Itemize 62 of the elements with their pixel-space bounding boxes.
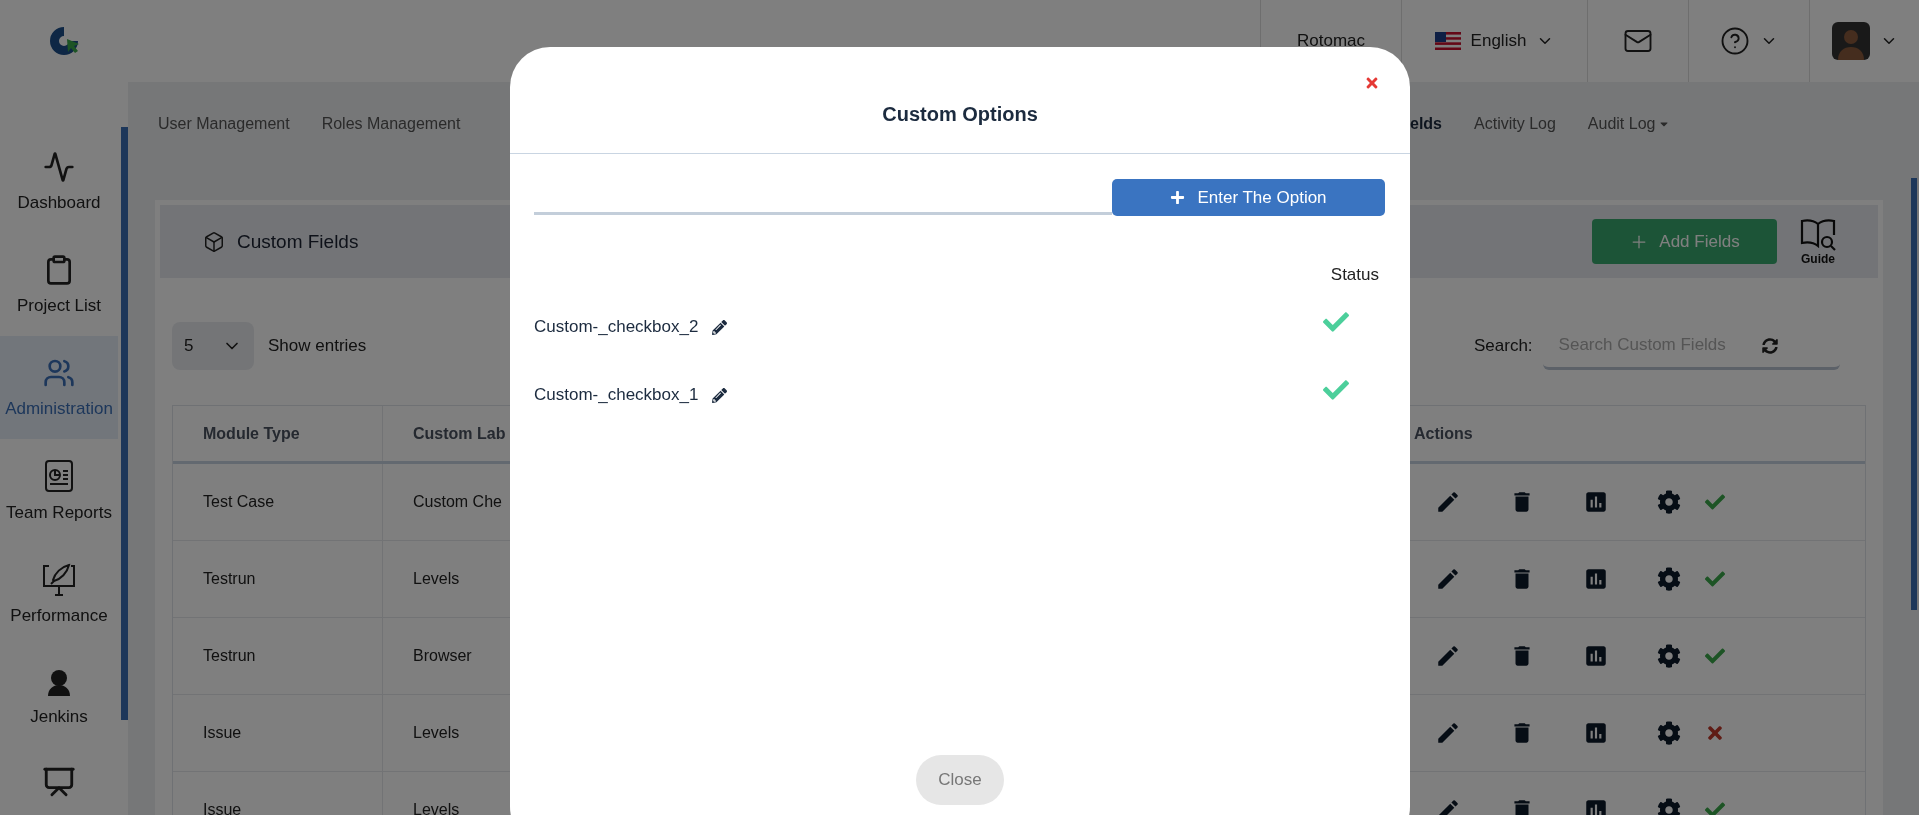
logo-icon <box>47 24 81 58</box>
option-name: Custom-_checkbox_2 <box>534 317 699 337</box>
close-icon <box>1364 75 1380 91</box>
add-fields-button[interactable]: Add Fields <box>1592 219 1777 264</box>
enter-option-button[interactable]: Enter The Option <box>1112 179 1385 216</box>
company-name: Rotomac <box>1297 31 1365 51</box>
gear-icon[interactable] <box>1657 798 1681 815</box>
sidebar-item[interactable]: Team Reports <box>0 439 118 543</box>
table-cell-text: Levels <box>412 800 461 815</box>
table-cell-text: Browser <box>412 646 473 666</box>
table-cell: Issue <box>173 772 383 815</box>
close-button[interactable]: Close <box>916 755 1004 805</box>
edit-icon[interactable] <box>712 319 728 335</box>
page-size-select[interactable]: 5 <box>172 322 254 370</box>
table-cell-text: Custom Che <box>412 492 503 512</box>
pulse-icon <box>43 150 75 183</box>
chart-icon[interactable] <box>1583 489 1609 515</box>
modal-title: Custom Options <box>882 102 1038 126</box>
gear-icon[interactable] <box>1657 644 1681 668</box>
flag-icon <box>1434 32 1461 50</box>
cube-icon <box>203 230 225 253</box>
table-cell: Test Case <box>173 464 383 540</box>
guide-button[interactable]: Guide <box>1799 217 1837 266</box>
book-search-icon <box>1799 217 1837 252</box>
help-icon[interactable] <box>1720 26 1750 56</box>
nav-tab[interactable]: Activity Log <box>1474 115 1556 133</box>
close-button[interactable] <box>1364 75 1380 91</box>
column-header: Module Type <box>173 406 383 461</box>
chart-icon[interactable] <box>1583 720 1609 746</box>
table-cell-text: Levels <box>412 723 461 743</box>
status-header: Status <box>1330 265 1380 285</box>
show-entries-label: Show entries <box>268 336 367 356</box>
sidebar-item[interactable]: Performance <box>0 542 118 646</box>
nav-tab[interactable]: elds <box>1410 115 1442 133</box>
report-icon <box>43 458 75 493</box>
gear-icon[interactable] <box>1657 490 1681 514</box>
option-name: Custom-_checkbox_1 <box>534 385 699 405</box>
sidebar-item[interactable]: Administration <box>0 336 118 440</box>
card-title: Custom Fields <box>237 230 359 253</box>
sidebar-item[interactable]: Dashboard <box>0 130 118 234</box>
nav-tab[interactable]: Roles Management <box>321 115 461 133</box>
column-header: Actions <box>1413 423 1474 444</box>
column-header: Custom Lab <box>412 423 507 444</box>
scrollbar[interactable] <box>1911 178 1917 610</box>
table-cell: Testrun <box>173 618 383 694</box>
sidebar-item[interactable]: Jenkins <box>0 645 118 749</box>
gear-icon[interactable] <box>1657 721 1681 745</box>
table-cell: Issue <box>173 695 383 771</box>
chart-icon[interactable] <box>1583 643 1609 669</box>
table-cell: Testrun <box>173 541 383 617</box>
table-cell-text: Levels <box>412 569 461 589</box>
edit-icon[interactable] <box>712 387 728 403</box>
refresh-icon[interactable] <box>1761 338 1778 354</box>
nav-tab[interactable]: User Management <box>158 115 290 133</box>
nav-tab[interactable]: Audit Log <box>1587 115 1671 133</box>
scrollbar[interactable] <box>121 127 128 720</box>
gear-icon[interactable] <box>1657 567 1681 591</box>
chart-icon[interactable] <box>1583 566 1609 592</box>
avatar-icon[interactable] <box>1831 22 1870 60</box>
plus-icon <box>1170 190 1186 205</box>
rocket-monitor-icon <box>41 561 77 596</box>
search-label: Search: <box>1474 336 1533 356</box>
